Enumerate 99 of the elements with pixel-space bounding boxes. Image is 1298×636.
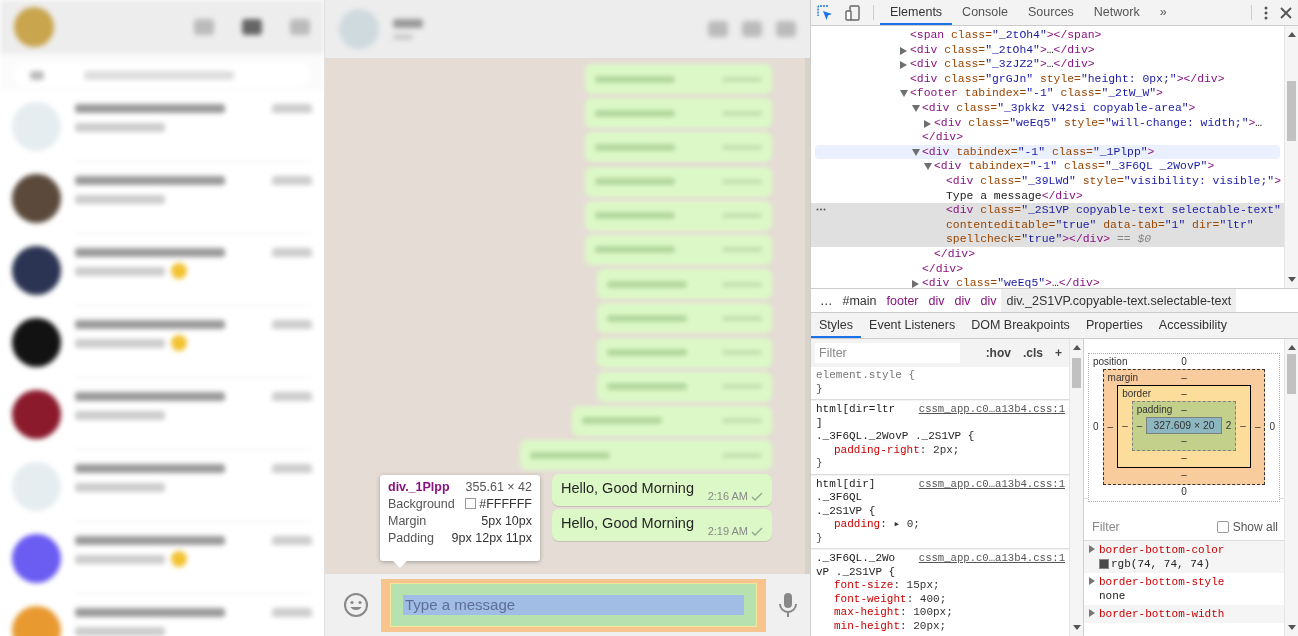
box-label: position (1093, 355, 1128, 369)
property-value: 5px 10px (481, 514, 532, 528)
box-value: – (1181, 371, 1187, 385)
property-label: Background (388, 497, 455, 511)
dom-node[interactable]: <div class="grGJn" style="height: 0px;"></div> (811, 71, 1284, 87)
css-selector: vP ._2S1VP { (816, 565, 897, 579)
css-value[interactable]: : 20px; (900, 619, 947, 632)
breadcrumb[interactable]: div._2S1VP.copyable-text.selectable-text (1001, 289, 1237, 312)
devtools-tab[interactable]: Network (1083, 0, 1150, 25)
panel-tab[interactable]: Accessibility (1150, 313, 1235, 338)
style-tool-button[interactable]: :hov (982, 346, 1014, 360)
dom-node[interactable]: <div class="_39LWd" style="visibility: visible;"> Type a message</div> (811, 173, 1284, 204)
dom-node[interactable]: <div tabindex="-1" class="_3F6QL _2WovP"> (811, 159, 1284, 174)
element-size: 355.61 × 42 (465, 480, 532, 494)
css-property[interactable]: padding (834, 518, 881, 530)
dom-node[interactable]: <span class="_2tOh4"></span> (811, 28, 1284, 43)
box-label: border (1122, 387, 1152, 401)
box-value: – (1181, 387, 1187, 401)
breadcrumb[interactable]: #main (837, 289, 882, 312)
closing-tag[interactable]: </div> (811, 261, 1284, 277)
box-value: – (1240, 419, 1246, 433)
closing-brace: } (816, 457, 824, 471)
breadcrumb[interactable]: … (815, 289, 838, 312)
box-value: – (1180, 451, 1188, 465)
closing-brace: } (816, 382, 824, 396)
css-selector: ] (816, 416, 824, 430)
breadcrumb[interactable]: div (923, 289, 950, 312)
box-value: – (1107, 419, 1114, 434)
dom-node[interactable]: <div tabindex="-1" class="_1Plpp"> (815, 144, 1280, 160)
message-time: 2:19 AM (707, 525, 748, 538)
box-value: 0 (1181, 355, 1187, 369)
message-input[interactable]: Type a message (403, 594, 744, 615)
property-value: #FFFFFF (465, 497, 532, 511)
box-value: – (1180, 434, 1188, 448)
box-value: 0 (1093, 420, 1099, 434)
box-value: 0 (1180, 485, 1188, 499)
css-selector: html[dir] (816, 477, 876, 491)
closing-tag[interactable]: </div> (811, 130, 1284, 145)
devtools-tab[interactable]: Console (952, 0, 1018, 25)
style-tool-button[interactable]: + (1052, 346, 1065, 360)
box-value: – (1122, 419, 1128, 433)
breadcrumb[interactable]: footer (881, 289, 924, 312)
devtools-tab[interactable]: Sources (1018, 0, 1084, 25)
element-name: div._1Plpp (388, 480, 450, 494)
property-label: Padding (388, 531, 434, 545)
css-selector: ._2S1VP { (816, 504, 877, 518)
more-tabs-button[interactable]: » (1149, 0, 1177, 25)
css-property[interactable]: max-height (834, 606, 900, 618)
box-value: – (1180, 468, 1188, 482)
message-text: Hello, Good Morning (561, 515, 694, 532)
dom-node[interactable]: <div class="_2tOh4">…</div> (811, 42, 1284, 58)
devtools-tab[interactable]: Elements (880, 0, 953, 25)
box-label: padding (1136, 403, 1173, 417)
computed-property[interactable]: border-bottom-color rgb(74, 74, 74) (1084, 541, 1284, 573)
box-label: margin (1107, 371, 1139, 385)
css-value[interactable]: : 400; (906, 592, 947, 605)
dom-node[interactable]: <div class="weEq5">…</div> (811, 276, 1284, 288)
box-value: – (1136, 418, 1143, 433)
message-time: 2:16 AM (707, 490, 748, 503)
css-property[interactable]: font-weight (834, 592, 907, 605)
css-value[interactable]: : 100px; (900, 606, 953, 618)
closing-tag[interactable]: </div> (811, 246, 1284, 262)
css-value[interactable]: : 15px; (893, 579, 940, 591)
message-text: Hello, Good Morning (561, 480, 694, 497)
dom-node[interactable]: <footer tabindex="-1" class="_2tW_W"> (811, 86, 1284, 101)
css-property[interactable]: padding-right (834, 443, 920, 456)
closing-brace: } (816, 531, 824, 545)
dom-node[interactable]: <div class="weEq5" style="will-change: width;">… (811, 115, 1284, 131)
css-property[interactable]: min-height (834, 619, 900, 632)
css-selector: ._3F6QL (816, 491, 864, 505)
dom-node[interactable]: <div class="_3pkkz V42si copyable-area"> (811, 100, 1284, 116)
source-link[interactable]: cssm_app.c0…a13b4.css:1 (918, 552, 1065, 566)
css-property[interactable]: font-size (834, 579, 894, 591)
dom-node[interactable]: <div class="_2S1VP copyable-text selectable-text" contenteditable="true" data-tab="1" dir="ltr" spellcheck="true"></div> == $0 (811, 203, 1284, 247)
source-link[interactable]: cssm_app.c0…a13b4.css:1 (918, 403, 1065, 417)
box-value: 2 (1225, 418, 1232, 433)
css-value[interactable]: : 2px; (919, 443, 960, 456)
panel-tab[interactable]: Event Listeners (861, 313, 964, 338)
source-link[interactable]: cssm_app.c0…a13b4.css:1 (918, 477, 1065, 491)
css-selector: element.style { (816, 369, 916, 383)
css-selector: ._3F6QL._2Wo (816, 552, 896, 566)
property-value: 9px 12px 11px (451, 531, 532, 545)
show-all-checkbox[interactable]: Show all (1216, 519, 1278, 534)
breadcrumb[interactable]: div (975, 289, 1002, 312)
content-size: 327.609 × 20 (1146, 417, 1222, 434)
box-value: 0 (1269, 420, 1275, 434)
filter-field[interactable]: Filter (815, 343, 960, 363)
panel-tab[interactable]: Properties (1077, 313, 1151, 338)
css-selector: ._3F6QL._2WovP ._2S1VP { (816, 430, 976, 444)
breadcrumb[interactable]: div (949, 289, 976, 312)
panel-tab[interactable]: DOM Breakpoints (963, 313, 1078, 338)
box-value: – (1254, 419, 1261, 434)
computed-property[interactable]: border-bottom-width (1084, 605, 1284, 623)
css-value[interactable]: : ▸ 0; (880, 518, 920, 530)
css-selector: html[dir=ltr (816, 403, 896, 417)
dom-node[interactable]: <div class="_3zJZ2">…</div> (811, 57, 1284, 72)
property-label: Margin (388, 514, 427, 528)
style-tool-button[interactable]: .cls (1019, 346, 1046, 360)
box-value: – (1181, 403, 1187, 417)
